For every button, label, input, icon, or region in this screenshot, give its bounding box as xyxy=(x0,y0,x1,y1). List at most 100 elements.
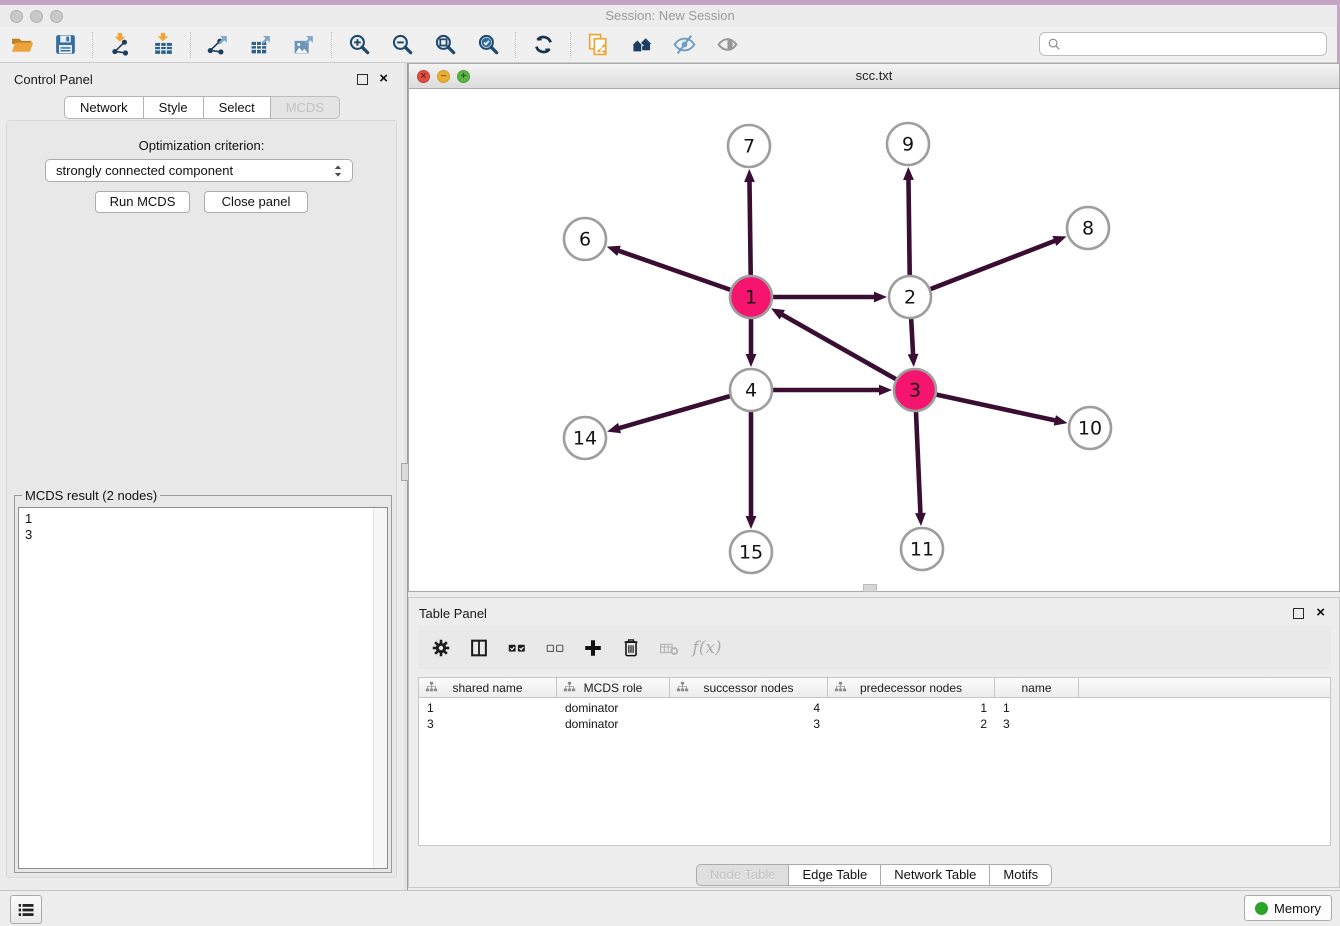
float-panel-icon[interactable] xyxy=(357,74,368,85)
node-11[interactable]: 11 xyxy=(901,528,943,570)
column-header-MCDS-role[interactable]: MCDS role xyxy=(557,678,670,697)
column-header-name[interactable]: name xyxy=(995,678,1079,697)
save-session-button[interactable] xyxy=(48,30,82,60)
node-7[interactable]: 7 xyxy=(728,125,770,167)
search-field[interactable] xyxy=(1039,32,1327,56)
edge-3-1[interactable] xyxy=(781,314,896,379)
close-network-button[interactable]: × xyxy=(417,70,430,83)
search-input[interactable] xyxy=(1063,36,1320,52)
edge-2-8[interactable] xyxy=(931,240,1057,289)
toolbar-buttons xyxy=(5,27,753,62)
table-row[interactable]: 3dominator323 xyxy=(419,716,1330,732)
cell-successor-nodes[interactable]: 4 xyxy=(670,701,828,715)
optimization-criterion-label: Optimization criterion: xyxy=(7,138,396,153)
control-panel-title: Control Panel xyxy=(14,72,93,87)
table-row[interactable]: 1dominator411 xyxy=(419,700,1330,716)
cell-successor-nodes[interactable]: 3 xyxy=(670,717,828,731)
zoom-out-button[interactable] xyxy=(385,30,419,60)
float-table-panel-icon[interactable] xyxy=(1293,608,1304,619)
tab-motifs[interactable]: Motifs xyxy=(990,864,1052,886)
cell-name[interactable]: 3 xyxy=(995,717,1079,731)
node-9[interactable]: 9 xyxy=(887,123,929,165)
edge-2-3[interactable] xyxy=(911,319,913,356)
zoom-fit-content-button[interactable] xyxy=(428,30,462,60)
close-panel-button[interactable]: Close panel xyxy=(204,191,308,213)
tab-network[interactable]: Network xyxy=(64,96,144,119)
apply-preferred-layout-button[interactable] xyxy=(526,30,560,60)
edge-3-11[interactable] xyxy=(916,412,921,515)
tab-edge-table[interactable]: Edge Table xyxy=(789,864,881,886)
memory-button[interactable]: Memory xyxy=(1244,895,1332,921)
network-canvas[interactable]: 7 9 6 8 1 2 4 3 14 10 15 11 xyxy=(409,89,1339,591)
node-15[interactable]: 15 xyxy=(730,531,772,573)
node-8[interactable]: 8 xyxy=(1067,207,1109,249)
zoom-in-button[interactable] xyxy=(342,30,376,60)
delete-table-icon xyxy=(658,637,680,659)
edge-2-9[interactable] xyxy=(908,178,909,275)
minimize-network-button[interactable]: − xyxy=(437,70,450,83)
result-scrollbar[interactable] xyxy=(373,508,387,868)
tab-mcds[interactable]: MCDS xyxy=(271,96,340,119)
edge-1-6[interactable] xyxy=(617,250,730,290)
export-network-button[interactable] xyxy=(201,30,235,60)
network-from-selection-button[interactable] xyxy=(581,30,615,60)
show-columns-button[interactable] xyxy=(464,633,494,663)
horizontal-splitter-grip[interactable] xyxy=(863,584,877,592)
svg-text:10: 10 xyxy=(1078,418,1102,440)
edge-3-10[interactable] xyxy=(936,395,1056,421)
export-table-button[interactable] xyxy=(244,30,278,60)
cell-predecessor-nodes[interactable]: 1 xyxy=(828,701,995,715)
column-header-predecessor-nodes[interactable]: predecessor nodes xyxy=(828,678,995,697)
column-label: predecessor nodes xyxy=(860,681,962,695)
node-10[interactable]: 10 xyxy=(1069,407,1111,449)
cell-name[interactable]: 1 xyxy=(995,701,1079,715)
node-3[interactable]: 3 xyxy=(894,369,936,411)
export-image-button[interactable] xyxy=(287,30,321,60)
close-panel-icon[interactable]: × xyxy=(379,71,388,86)
cell-shared-name[interactable]: 1 xyxy=(419,701,557,715)
create-column-button[interactable] xyxy=(578,633,608,663)
node-6[interactable]: 6 xyxy=(564,218,606,260)
close-table-panel-icon[interactable]: × xyxy=(1316,605,1325,620)
node-1[interactable]: 1 xyxy=(730,276,772,318)
tab-node-table[interactable]: Node Table xyxy=(696,864,790,886)
list-icon xyxy=(15,899,37,921)
tab-select[interactable]: Select xyxy=(204,96,271,119)
first-neighbors-button[interactable] xyxy=(624,30,658,60)
task-history-button[interactable] xyxy=(10,895,42,924)
cell-MCDS-role[interactable]: dominator xyxy=(557,717,670,731)
column-header-shared-name[interactable]: shared name xyxy=(419,678,557,697)
optimization-criterion-select[interactable]: strongly connected component xyxy=(45,159,353,182)
show-all-button[interactable] xyxy=(710,30,744,60)
network-window-titlebar[interactable]: × − + scc.txt xyxy=(409,64,1339,89)
import-table-button[interactable] xyxy=(146,30,180,60)
zoom-network-button[interactable]: + xyxy=(457,70,470,83)
open-session-button[interactable] xyxy=(5,30,39,60)
tab-style[interactable]: Style xyxy=(144,96,204,119)
svg-text:15: 15 xyxy=(739,542,763,564)
network-view-window: × − + scc.txt 7 9 6 8 1 2 4 3 14 10 15 11 xyxy=(408,63,1340,592)
cell-MCDS-role[interactable]: dominator xyxy=(557,701,670,715)
mcds-result-text[interactable]: 13 xyxy=(18,507,388,869)
copy-network-icon xyxy=(586,32,611,57)
select-all-columns-button[interactable] xyxy=(502,633,532,663)
delete-columns-button[interactable] xyxy=(616,633,646,663)
edge-1-7[interactable] xyxy=(749,180,750,275)
hide-selected-button[interactable] xyxy=(667,30,701,60)
cell-predecessor-nodes[interactable]: 2 xyxy=(828,717,995,731)
tab-network-table[interactable]: Network Table xyxy=(881,864,990,886)
edge-4-14[interactable] xyxy=(618,396,730,428)
run-mcds-button[interactable]: Run MCDS xyxy=(95,191,190,213)
column-header-successor-nodes[interactable]: successor nodes xyxy=(670,678,828,697)
import-network-button[interactable] xyxy=(103,30,137,60)
node-2[interactable]: 2 xyxy=(889,276,931,318)
zoom-selected-region-button[interactable] xyxy=(471,30,505,60)
unselect-all-columns-button[interactable] xyxy=(540,633,570,663)
column-settings-button[interactable] xyxy=(426,633,456,663)
save-icon xyxy=(53,32,78,57)
node-14[interactable]: 14 xyxy=(564,417,606,459)
cell-shared-name[interactable]: 3 xyxy=(419,717,557,731)
search-icon xyxy=(1046,36,1063,53)
node-4[interactable]: 4 xyxy=(730,369,772,411)
memory-status-icon xyxy=(1255,902,1268,915)
